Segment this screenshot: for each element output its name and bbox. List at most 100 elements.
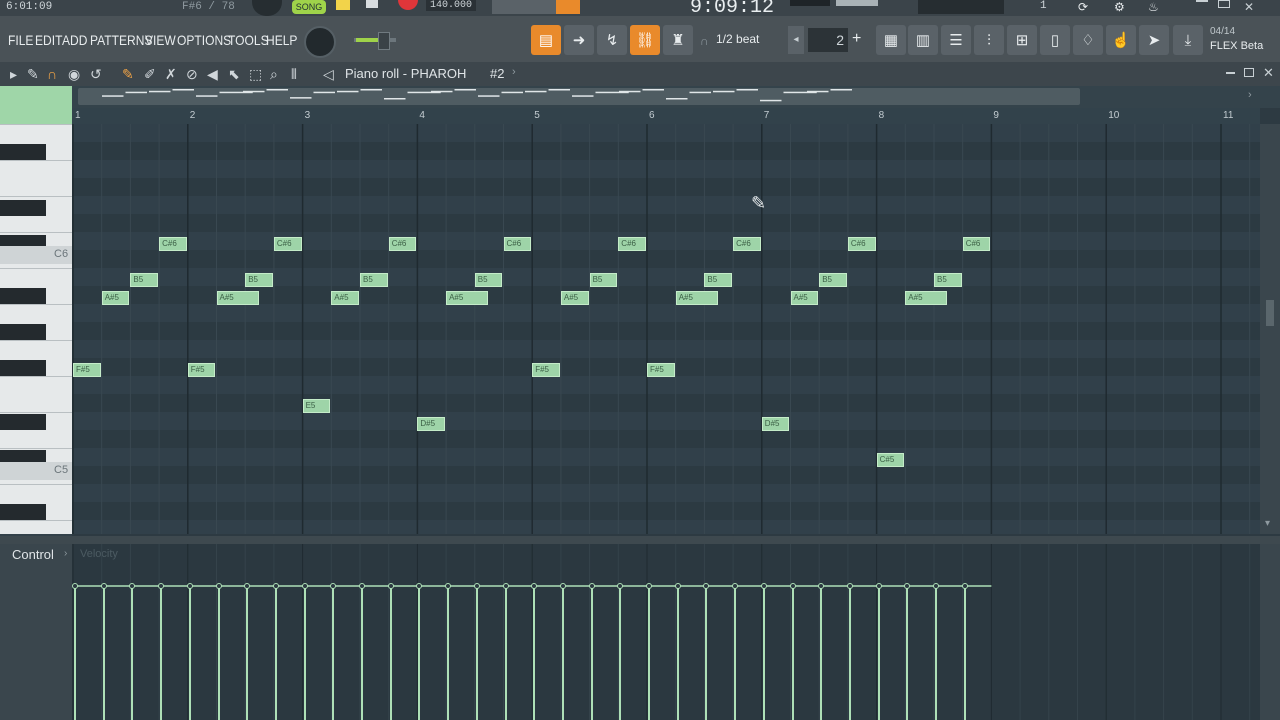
velocity-bar[interactable] [705,586,708,720]
panel-close-icon[interactable]: ✕ [1263,65,1274,81]
window-close-icon[interactable]: ✕ [1244,0,1254,14]
menu-options[interactable]: OPTIONS [177,32,231,48]
note[interactable]: A#5 [101,291,130,305]
velocity-bar[interactable] [676,586,679,720]
note-grid[interactable]: F#5 A#5 B5 C#6 F#5 A#5 B5 C#6 E5 A#5 B5 C#6 D#5 A#5 B5… [72,124,1260,534]
undo-icon[interactable]: ↺ [90,66,102,83]
velocity-bar[interactable] [131,586,134,720]
menu-view[interactable]: VIEW [145,32,176,48]
mixer-icon[interactable]: ⫶ [974,25,1004,55]
note[interactable]: C#6 [388,237,417,251]
tempo-display[interactable]: 140.000 [426,0,477,11]
velocity-bar[interactable] [102,586,105,720]
note[interactable]: A#5 [446,291,489,305]
select-tool-icon[interactable]: ⬉ [228,66,240,83]
note[interactable]: E5 [302,399,331,413]
velocity-handle[interactable] [588,583,595,589]
velocity-lane[interactable]: Velocity [72,544,1260,720]
piano-keyboard[interactable]: C6 C5 [0,124,72,534]
black-key[interactable] [0,144,46,160]
pattern-add-icon[interactable]: + [852,30,861,48]
velocity-bar[interactable] [160,586,163,720]
note[interactable]: B5 [704,273,733,287]
pencil-icon[interactable]: ✎ [122,66,134,83]
velocity-bar[interactable] [877,586,880,720]
plugin-picker-icon[interactable]: ♢ [1073,25,1103,55]
note[interactable]: C#6 [618,237,646,251]
velocity-bar[interactable] [447,586,450,720]
timeline-ruler[interactable]: 1 2 3 4 5 6 7 8 9 10 11 [72,108,1260,124]
note[interactable]: C#6 [962,237,991,251]
velocity-handle[interactable] [846,583,853,589]
velocity-handle[interactable] [186,583,193,589]
window-minimize-icon[interactable] [1196,0,1208,2]
velocity-bar[interactable] [533,586,536,720]
velocity-bar[interactable] [561,586,564,720]
velocity-bar[interactable] [217,586,220,720]
velocity-bar[interactable] [504,586,507,720]
velocity-bar[interactable] [332,586,335,720]
wrench-icon[interactable]: ➤ [1139,25,1169,55]
pattern-prev-button[interactable]: ◂ [788,26,804,54]
note[interactable]: B5 [589,273,618,287]
note[interactable]: F#5 [532,363,560,377]
note[interactable]: A#5 [675,291,718,305]
menu-circle-icon[interactable]: ◉ [68,66,80,83]
note[interactable]: B5 [474,273,503,287]
metronome-icon[interactable]: ♜ [663,25,693,55]
zoom-icon[interactable]: ⌕ [270,66,278,83]
velocity-handle[interactable] [100,583,107,589]
velocity-bar[interactable] [762,586,765,720]
speaker-icon[interactable]: ◁ [323,66,334,83]
menu-patterns[interactable]: PATTERNS [90,32,152,48]
magnet-icon[interactable]: ∩ [47,66,57,82]
black-key[interactable] [0,324,46,340]
note[interactable]: B5 [360,273,388,287]
record-icon[interactable] [398,0,418,10]
velocity-bar[interactable] [935,586,937,720]
velocity-bar[interactable] [74,586,76,720]
velocity-bar[interactable] [418,586,421,720]
note[interactable]: A#5 [905,291,948,305]
piano-roll-icon[interactable]: ▥ [908,25,938,55]
browser-icon[interactable]: ⊞ [1007,25,1037,55]
snap-selector[interactable]: 1/2 beat [716,32,759,46]
link-icon[interactable]: ⛓ [630,25,660,55]
headphones-icon[interactable]: ∩ [700,34,709,48]
velocity-bar[interactable] [906,586,909,720]
vertical-scroll-thumb[interactable] [1266,300,1274,326]
channel-rack-icon[interactable]: ☰ [941,25,971,55]
window-maximize-icon[interactable] [1218,0,1230,8]
velocity-handle[interactable] [387,583,394,589]
zoom-box-icon[interactable]: ⬚ [249,66,262,83]
panel-maximize-icon[interactable] [1244,68,1254,77]
panel-minimize-icon[interactable] [1226,72,1235,74]
note[interactable]: D#5 [761,417,790,431]
velocity-handle[interactable] [72,583,78,589]
menu-tools[interactable]: TOOLS [228,32,269,48]
velocity-bar[interactable] [734,586,737,720]
note[interactable]: B5 [130,273,159,287]
note[interactable]: B5 [934,273,962,287]
velocity-bar[interactable] [619,586,622,720]
project-icon[interactable]: ▯ [1040,25,1070,55]
velocity-handle[interactable] [961,583,968,589]
note[interactable]: C#6 [847,237,876,251]
note[interactable]: C#5 [876,453,905,467]
velocity-handle[interactable] [473,583,480,589]
black-key[interactable] [0,414,46,430]
master-volume-handle[interactable] [378,32,390,50]
velocity-bar[interactable] [188,586,191,720]
slice-tool-icon[interactable]: ◀ [207,66,218,83]
download-icon[interactable]: ⤓ [1173,25,1203,55]
mute-tool-icon[interactable]: ⊘ [186,66,198,83]
velocity-bar[interactable] [361,586,363,720]
pattern-arrow-icon[interactable]: › [512,66,516,78]
velocity-bar[interactable] [848,586,851,720]
note[interactable]: F#5 [73,363,101,377]
overview-right-arrow-icon[interactable]: › [1248,89,1252,101]
options-arrow-icon[interactable]: ▸ [10,66,17,83]
control-divider[interactable] [0,536,1280,544]
velocity-bar[interactable] [963,586,966,720]
pattern-overview[interactable]: › [72,86,1280,108]
